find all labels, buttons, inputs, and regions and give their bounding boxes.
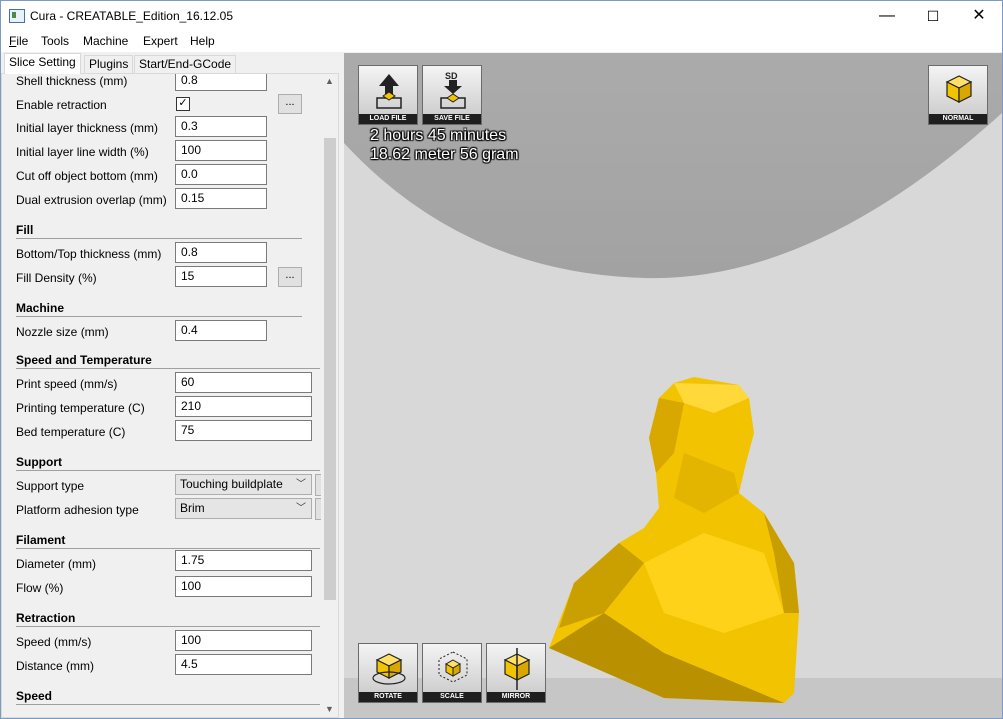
menu-tools[interactable]: Tools — [41, 34, 69, 48]
rotate-icon — [372, 653, 406, 685]
bed-temperature-label: Bed temperature (C) — [16, 425, 126, 439]
scale-button[interactable]: SCALE — [422, 643, 482, 703]
mirror-label: MIRROR — [487, 692, 545, 702]
support-section-heading: Support — [16, 455, 62, 469]
mirror-icon — [503, 648, 531, 690]
retraction-speed-input[interactable]: 100 — [175, 630, 312, 651]
tab-plugins[interactable]: Plugins — [84, 55, 134, 74]
initial-layer-line-width-label: Initial layer line width (%) — [16, 145, 149, 159]
machine-section-heading: Machine — [16, 301, 65, 315]
shell-thickness-label: Shell thickness (mm) — [16, 74, 128, 88]
settings-tabs: Slice Setting Plugins Start/End-GCode — [1, 53, 341, 74]
minimize-button[interactable]: — — [864, 1, 910, 31]
cut-off-object-bottom-input[interactable]: 0.0 — [175, 164, 267, 185]
support-separator — [16, 470, 320, 471]
save-file-button[interactable]: SD SAVE FILE — [422, 65, 482, 125]
print-material-text: 18.62 meter 56 gram — [370, 146, 519, 163]
diameter-label: Diameter (mm) — [16, 557, 96, 571]
printing-temperature-label: Printing temperature (C) — [16, 401, 145, 415]
bottom-top-thickness-input[interactable]: 0.8 — [175, 242, 267, 263]
app-icon — [9, 9, 25, 23]
rotate-button[interactable]: ROTATE — [358, 643, 418, 703]
fill-density-label: Fill Density (%) — [16, 271, 97, 285]
3d-viewport[interactable]: LOAD FILE SD SAVE FILE 2 hours 45 minute… — [344, 53, 1002, 718]
rotate-label: ROTATE — [359, 692, 417, 702]
support-type-select[interactable]: Touching buildplate ﹀ — [175, 474, 312, 495]
initial-layer-thickness-label: Initial layer thickness (mm) — [16, 121, 159, 135]
tab-start-end-gcode[interactable]: Start/End-GCode — [134, 55, 237, 74]
initial-layer-thickness-input[interactable]: 0.3 — [175, 116, 267, 137]
dual-extrusion-overlap-label: Dual extrusion overlap (mm) — [16, 193, 167, 207]
initial-layer-line-width-input[interactable]: 100 — [175, 140, 267, 161]
view-mode-normal-button[interactable]: NORMAL — [928, 65, 988, 125]
retraction-more-button[interactable]: ... — [278, 94, 302, 114]
normal-label: NORMAL — [929, 114, 987, 124]
menu-help[interactable]: Help — [190, 34, 215, 48]
speed-temperature-section-heading: Speed and Temperature — [16, 353, 152, 367]
print-speed-input[interactable]: 60 — [175, 372, 312, 393]
machine-separator — [16, 316, 302, 317]
sd-label: SD — [445, 71, 458, 81]
menu-expert[interactable]: Expert — [143, 34, 178, 48]
dual-extrusion-overlap-input[interactable]: 0.15 — [175, 188, 267, 209]
retraction-separator — [16, 626, 320, 627]
bed-temperature-input[interactable]: 75 — [175, 420, 312, 441]
enable-retraction-label: Enable retraction — [16, 98, 107, 112]
chevron-down-icon: ﹀ — [296, 479, 306, 490]
scroll-up-icon[interactable]: ▲ — [325, 76, 334, 86]
speed-separator — [16, 704, 320, 705]
printing-temperature-input[interactable]: 210 — [175, 396, 312, 417]
scale-label: SCALE — [423, 692, 481, 702]
menu-bar: File Tools Machine Expert Help — [1, 31, 1002, 52]
fill-section-heading: Fill — [16, 223, 34, 237]
diameter-input[interactable]: 1.75 — [175, 550, 312, 571]
filament-section-heading: Filament — [16, 533, 66, 547]
filament-separator — [16, 548, 320, 549]
scrollbar-thumb[interactable] — [324, 138, 336, 600]
settings-pane: Slice Setting Plugins Start/End-GCode Sh… — [1, 53, 341, 718]
flow-input[interactable]: 100 — [175, 576, 312, 597]
window-title: Cura - CREATABLE_Edition_16.12.05 — [30, 9, 233, 23]
fill-density-more-button[interactable]: ... — [278, 267, 302, 287]
print-time-text: 2 hours 45 minutes — [370, 127, 507, 144]
cube-icon — [945, 75, 973, 103]
menu-machine[interactable]: Machine — [83, 34, 128, 48]
load-file-icon — [376, 74, 402, 109]
slice-settings-panel: Shell thickness (mm) 0.8 Enable retracti… — [1, 73, 339, 718]
retraction-section-heading: Retraction — [16, 611, 76, 625]
save-sd-icon: SD — [440, 71, 466, 109]
print-speed-label: Print speed (mm/s) — [16, 377, 118, 391]
nozzle-size-label: Nozzle size (mm) — [16, 325, 109, 339]
mirror-button[interactable]: MIRROR — [486, 643, 546, 703]
speed-temperature-separator — [16, 368, 320, 369]
tab-slice-setting[interactable]: Slice Setting — [4, 53, 81, 74]
settings-scrollbar[interactable]: ▲ ▼ — [321, 74, 338, 717]
save-file-label: SAVE FILE — [423, 114, 481, 124]
menu-file[interactable]: File — [9, 34, 28, 48]
platform-adhesion-select[interactable]: Brim ﹀ — [175, 498, 312, 519]
flow-label: Flow (%) — [16, 581, 64, 595]
chevron-down-icon: ﹀ — [296, 503, 306, 514]
fill-density-input[interactable]: 15 — [175, 266, 267, 287]
retraction-speed-label: Speed (mm/s) — [16, 635, 92, 649]
close-button[interactable]: ✕ — [956, 1, 1002, 31]
load-file-label: LOAD FILE — [359, 114, 417, 124]
retraction-distance-label: Distance (mm) — [16, 659, 95, 673]
fill-separator — [16, 238, 302, 239]
retraction-distance-input[interactable]: 4.5 — [175, 654, 312, 675]
title-bar: Cura - CREATABLE_Edition_16.12.05 — ☐ ✕ — [1, 1, 1002, 31]
bottom-top-thickness-label: Bottom/Top thickness (mm) — [16, 247, 162, 261]
shell-thickness-input[interactable]: 0.8 — [175, 74, 267, 91]
cut-off-object-bottom-label: Cut off object bottom (mm) — [16, 169, 158, 183]
platform-adhesion-label: Platform adhesion type — [16, 503, 139, 517]
load-file-button[interactable]: LOAD FILE — [358, 65, 418, 125]
nozzle-size-input[interactable]: 0.4 — [175, 320, 267, 341]
scroll-down-icon[interactable]: ▼ — [325, 704, 334, 714]
enable-retraction-checkbox[interactable]: ✓ — [176, 97, 190, 111]
cura-window: Cura - CREATABLE_Edition_16.12.05 — ☐ ✕ … — [0, 0, 1003, 719]
scale-icon — [438, 651, 468, 683]
support-type-label: Support type — [16, 479, 85, 493]
maximize-button[interactable]: ☐ — [910, 1, 956, 31]
speed-section-heading: Speed — [16, 689, 53, 703]
